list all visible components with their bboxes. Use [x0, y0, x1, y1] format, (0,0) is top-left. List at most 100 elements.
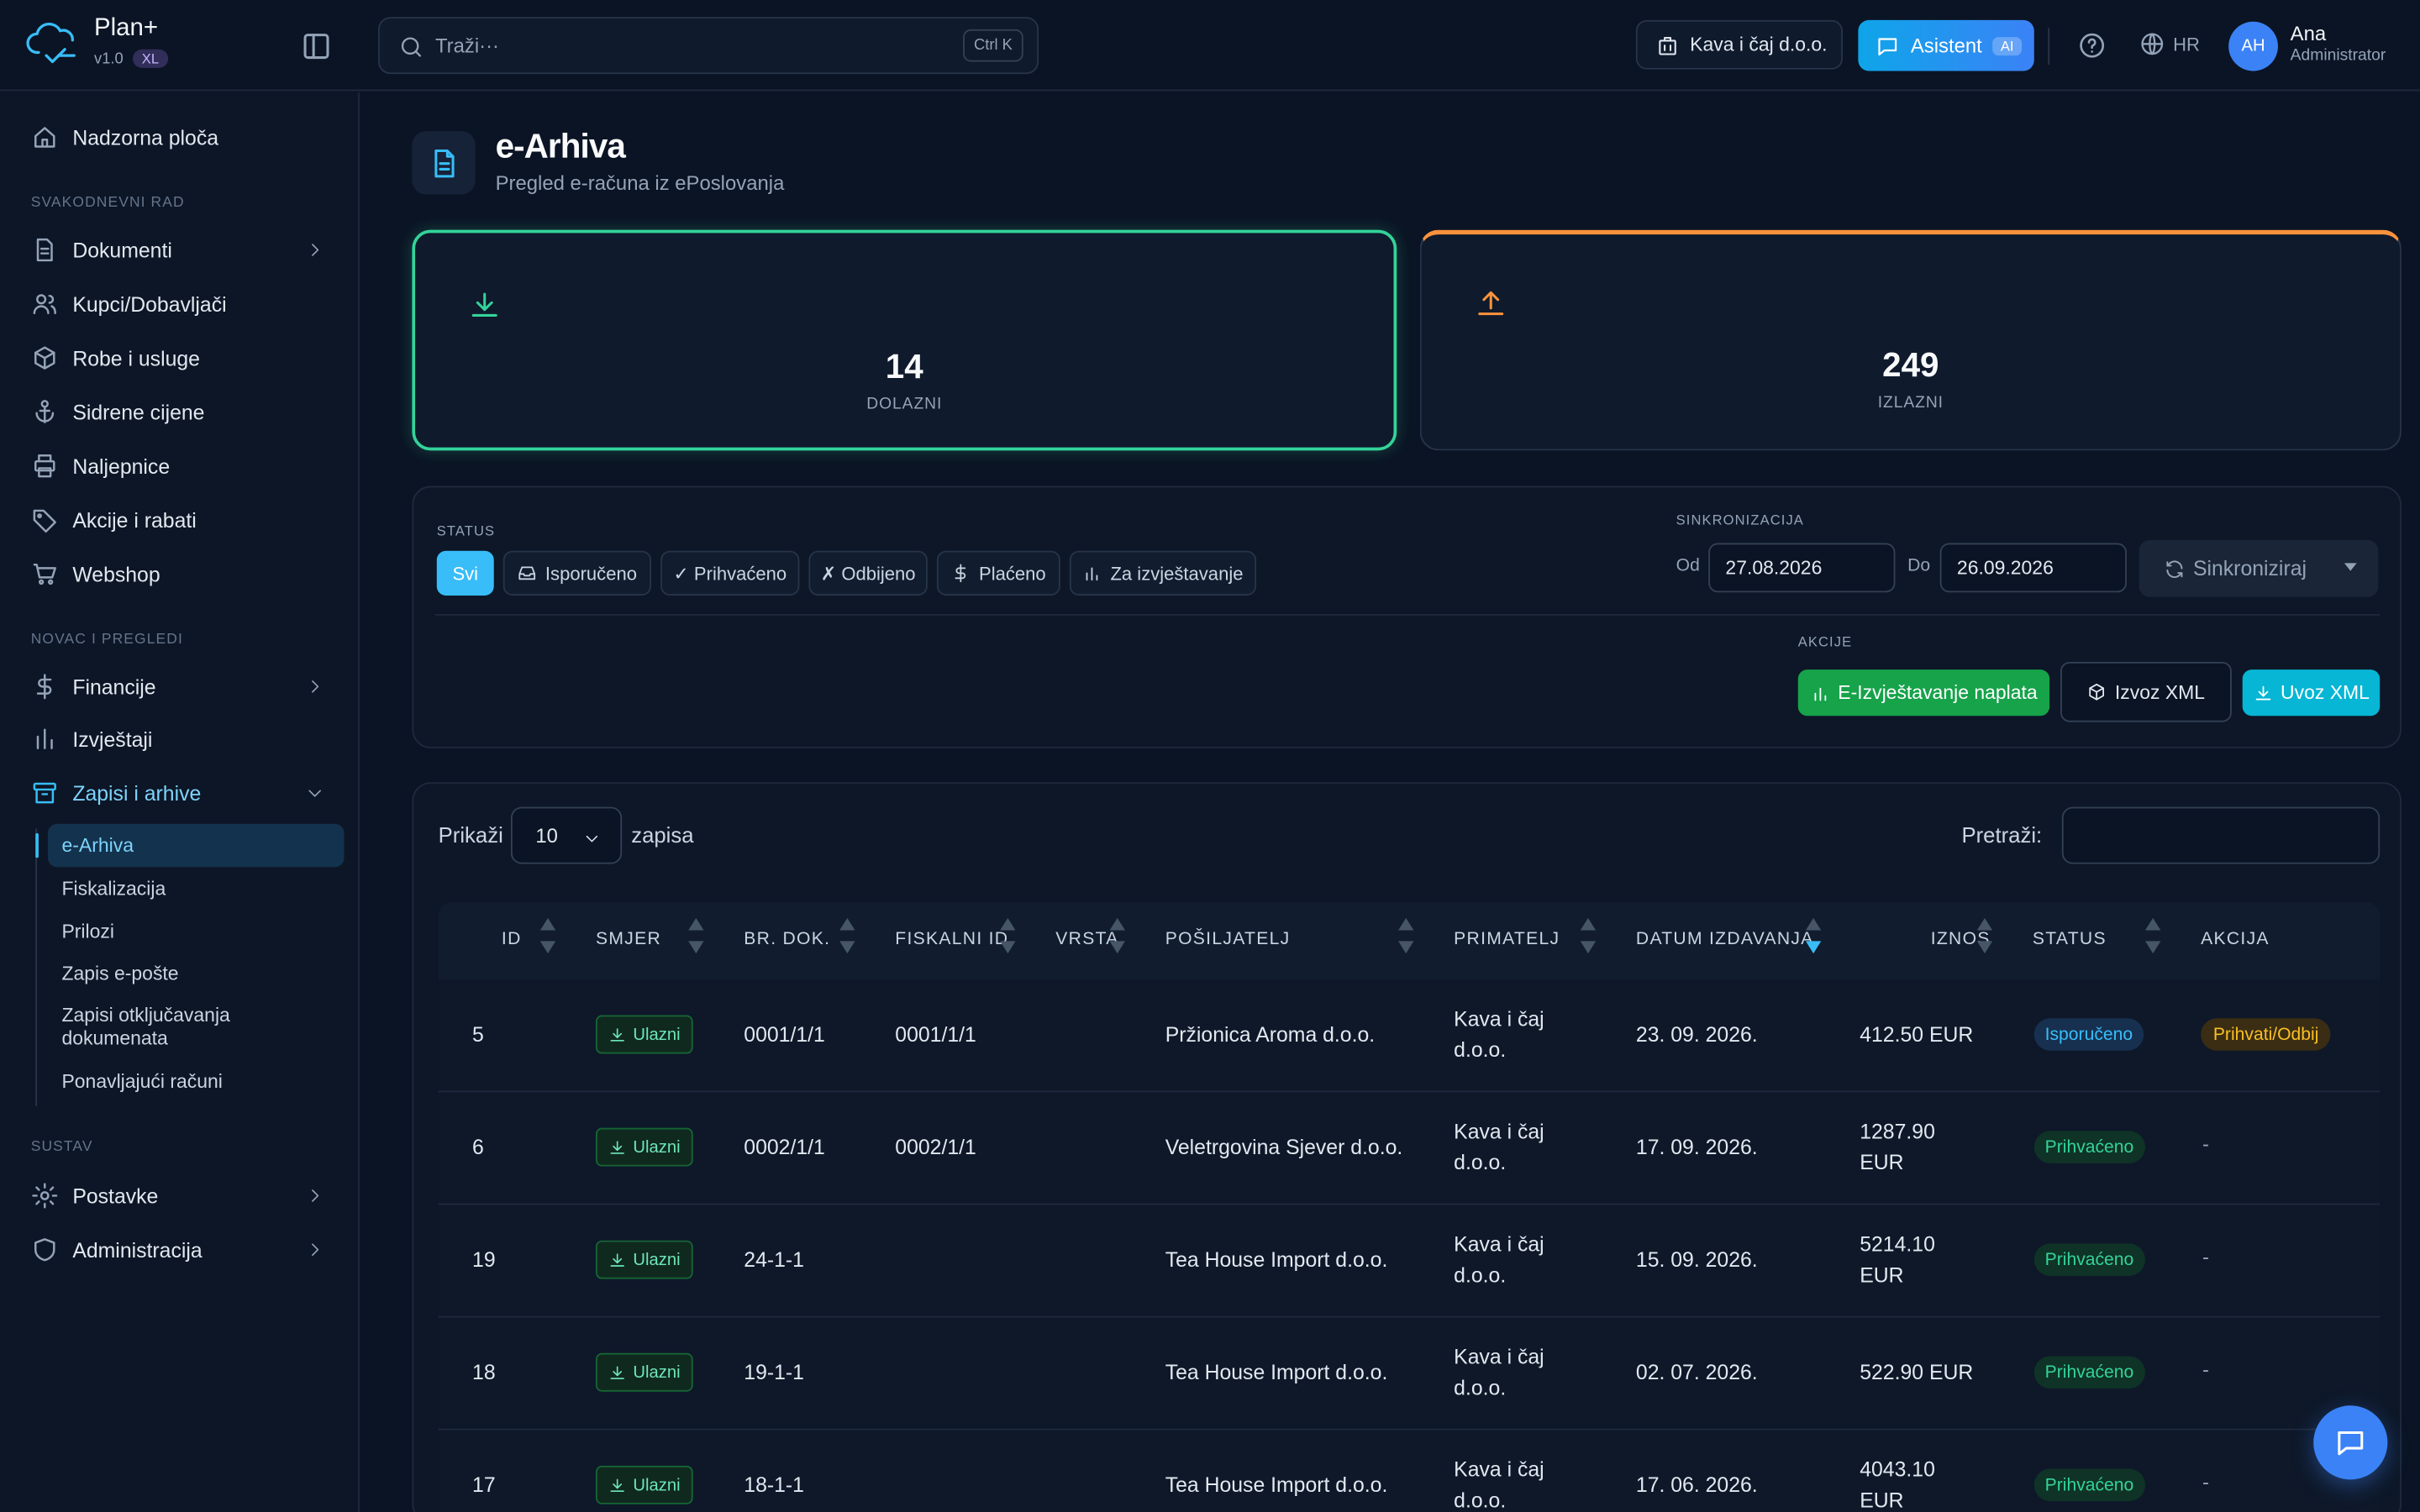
- sidebar-item-admin[interactable]: Administracija: [18, 1226, 343, 1273]
- table-row[interactable]: 6 Ulazni 0002/1/1 0002/1/1 Veletrgovina …: [438, 1092, 2381, 1205]
- sidebar-subitem-unlock-log[interactable]: Zapisi otključavanja dokumenata: [48, 1001, 280, 1053]
- table-row[interactable]: 18 Ulazni 19-1-1 Tea House Import d.o.o.…: [438, 1317, 2381, 1431]
- archive-icon: [33, 782, 56, 804]
- to-date-input[interactable]: 26.09.2026: [1939, 543, 2127, 593]
- sidebar-item-customers[interactable]: Kupci/Dobavljači: [18, 281, 343, 327]
- sidebar-subitem-fiscal[interactable]: Fiskalizacija: [48, 867, 345, 910]
- global-search-input[interactable]: Traži··· Ctrl K: [377, 17, 1039, 75]
- building-icon: [1659, 36, 1676, 55]
- from-date-input[interactable]: 27.08.2026: [1708, 543, 1896, 593]
- sidebar-item-goods[interactable]: Robe i usluge: [18, 335, 343, 381]
- sidebar-subitem-attachments[interactable]: Prilozi: [48, 911, 345, 953]
- col-sender[interactable]: POŠILJATELJ: [1165, 931, 1291, 949]
- col-receiver[interactable]: PRIMATELJ: [1454, 931, 1560, 949]
- outgoing-card[interactable]: 249 IZLAZNI: [1419, 229, 2402, 451]
- company-switcher-button[interactable]: Kava i čaj d.o.o.: [1635, 19, 1844, 70]
- sort-icon[interactable]: [539, 917, 556, 958]
- assistant-button[interactable]: Asistent AI: [1858, 19, 2034, 71]
- import-xml-button[interactable]: Uvoz XML: [2242, 669, 2381, 717]
- help-icon[interactable]: [2077, 31, 2107, 60]
- sidebar-item-promotions[interactable]: Akcije i rabati: [18, 496, 343, 543]
- cell-amount: 1287.90 EUR: [1860, 1120, 1935, 1174]
- status-filter-label: STATUS: [436, 522, 496, 539]
- accept-reject-button[interactable]: Prihvati/Odbij: [2201, 1018, 2332, 1051]
- table-row[interactable]: 5 Ulazni 0001/1/1 0001/1/1 Pržionica Aro…: [438, 979, 2381, 1093]
- sidebar-subitem-recurring[interactable]: Ponavljajući računi: [48, 1060, 345, 1103]
- section-daily-work: SVAKODNEVNI RAD: [30, 194, 185, 212]
- col-fiscal-id[interactable]: FISKALNI ID: [895, 931, 1008, 949]
- chip-all[interactable]: Svi: [436, 550, 494, 596]
- show-label: Prikaži: [438, 822, 503, 848]
- button-label: E-Izvještavanje naplata: [1838, 681, 2038, 704]
- cell-amount: 412.50 EUR: [1860, 1022, 1974, 1047]
- sidebar-item-reports[interactable]: Izvještaji: [18, 716, 343, 762]
- header-divider: [2048, 28, 2050, 66]
- language-switcher[interactable]: HR: [2139, 31, 2200, 57]
- chip-for-reporting[interactable]: Za izvještavanje: [1069, 550, 1257, 596]
- chat-fab-button[interactable]: [2313, 1405, 2388, 1480]
- sort-icon[interactable]: [1000, 917, 1016, 958]
- sort-icon[interactable]: [2145, 917, 2161, 958]
- export-xml-button[interactable]: Izvoz XML: [2060, 661, 2232, 722]
- col-issue-date[interactable]: DATUM IZDAVANJA: [1636, 931, 1814, 949]
- sidebar-item-label: Sidrene cijene: [72, 400, 205, 424]
- assistant-label: Asistent: [1910, 34, 1982, 57]
- sidebar-item-settings[interactable]: Postavke: [18, 1173, 343, 1219]
- status-badge: Isporučeno: [2033, 1018, 2144, 1051]
- panel-divider: [434, 614, 2381, 616]
- download-icon: [610, 1252, 625, 1266]
- chip-accepted[interactable]: ✓ Prihvaćeno: [660, 550, 800, 596]
- sidebar-item-anchor-prices[interactable]: Sidrene cijene: [18, 389, 343, 435]
- sidebar-subitem-email-log[interactable]: Zapis e-pošte: [48, 952, 345, 995]
- sidebar-item-documents[interactable]: Dokumenti: [18, 227, 343, 273]
- sidebar-subitem-earchive[interactable]: e-Arhiva: [35, 823, 345, 868]
- incoming-card[interactable]: 14 DOLAZNI: [412, 229, 1397, 451]
- chevron-down-icon: [308, 790, 321, 797]
- sort-icon[interactable]: [1398, 917, 1414, 958]
- sort-icon[interactable]: [1109, 917, 1125, 958]
- sidebar-item-records[interactable]: Zapisi i arhive: [18, 770, 343, 816]
- cell-date: 23. 09. 2026.: [1635, 1022, 1758, 1047]
- chip-label: ✗ Odbijeno: [820, 562, 916, 585]
- sidebar-item-label: Kupci/Dobavljači: [72, 292, 227, 316]
- chat-icon: [1878, 37, 1897, 55]
- sync-button[interactable]: Sinkroniziraj: [2139, 539, 2379, 597]
- incoming-label: DOLAZNI: [866, 395, 943, 414]
- table-search-input[interactable]: [2061, 806, 2381, 864]
- sidebar-item-labels[interactable]: Naljepnice: [18, 443, 343, 489]
- col-direction[interactable]: SMJER: [596, 931, 661, 949]
- search-icon: [398, 34, 424, 60]
- sort-icon[interactable]: [839, 917, 855, 958]
- cell-date: 15. 09. 2026.: [1635, 1247, 1758, 1272]
- sidebar-item-webshop[interactable]: Webshop: [18, 551, 343, 597]
- page-size-select[interactable]: 10: [510, 806, 623, 864]
- sidebar-item-finance[interactable]: Financije: [18, 664, 343, 710]
- col-status[interactable]: STATUS: [2033, 931, 2107, 949]
- table-row[interactable]: 17 Ulazni 18-1-1 Tea House Import d.o.o.…: [438, 1430, 2381, 1512]
- user-avatar[interactable]: AH: [2228, 21, 2278, 71]
- cell-doc: 0001/1/1: [744, 1022, 825, 1047]
- col-doc-number[interactable]: BR. DOK.: [744, 931, 830, 949]
- refresh-icon: [2166, 559, 2183, 578]
- caret-down-icon[interactable]: [2344, 563, 2357, 571]
- sidebar-item-dashboard[interactable]: Nadzorna ploča: [18, 114, 343, 160]
- page-title: e-Arhiva: [495, 126, 626, 165]
- sort-active-icon[interactable]: [1805, 917, 1822, 958]
- table-row[interactable]: 19 Ulazni 24-1-1 Tea House Import d.o.o.…: [438, 1205, 2381, 1318]
- cloud-logo-icon: [24, 22, 83, 65]
- users-icon: [33, 294, 56, 315]
- sort-icon[interactable]: [1976, 917, 1993, 958]
- button-label: Izvoz XML: [2114, 680, 2206, 703]
- cell-sender: Veletrgovina Sjever d.o.o.: [1165, 1135, 1403, 1159]
- chip-rejected[interactable]: ✗ Odbijeno: [808, 550, 928, 596]
- bar-chart-icon: [36, 728, 53, 750]
- col-id[interactable]: ID: [502, 931, 522, 949]
- sort-icon[interactable]: [1580, 917, 1597, 958]
- chip-paid[interactable]: Plaćeno: [936, 550, 1060, 596]
- ereport-payment-button[interactable]: E-Izvještavanje naplata: [1797, 669, 2050, 717]
- sort-icon[interactable]: [688, 917, 704, 958]
- sidebar-toggle-icon[interactable]: [299, 29, 333, 63]
- sidebar-item-label: Akcije i rabati: [72, 508, 197, 532]
- chip-delivered[interactable]: Isporučeno: [502, 550, 652, 596]
- direction-badge: Ulazni: [595, 1127, 693, 1167]
